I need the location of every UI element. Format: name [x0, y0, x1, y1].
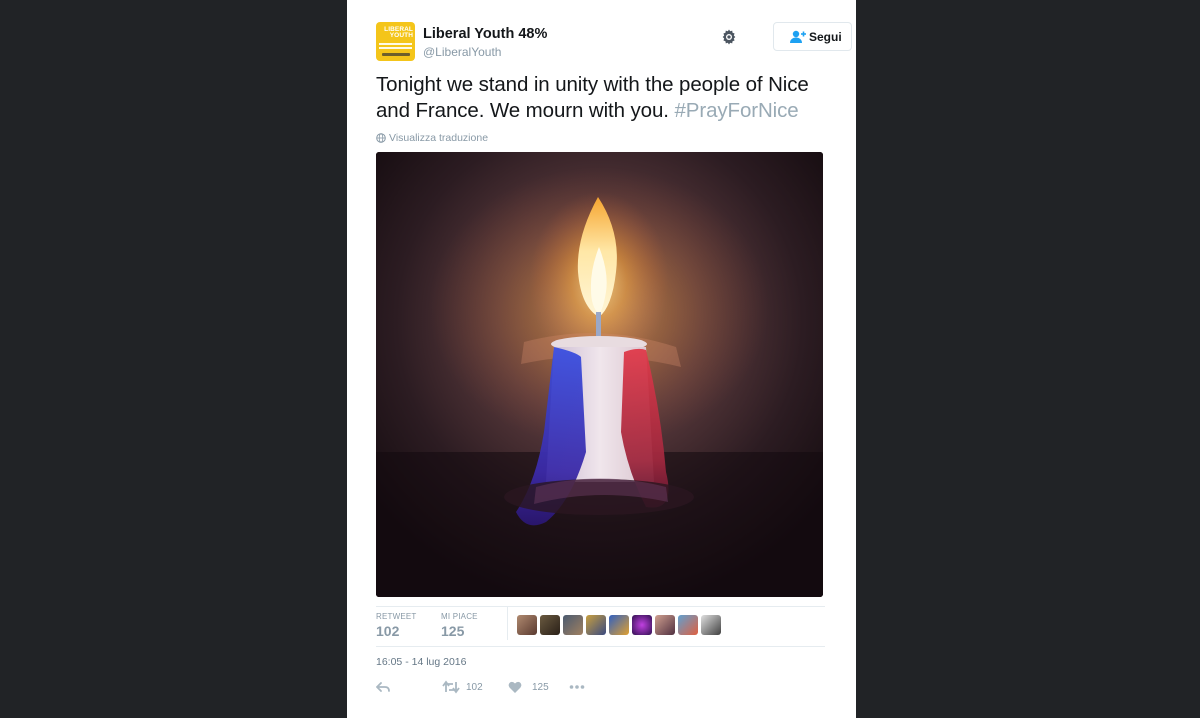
heart-icon — [508, 681, 522, 693]
tweet-header: LIBERAL YOUTH Liberal Youth 48% @Liberal… — [376, 22, 852, 62]
add-user-icon — [790, 30, 806, 43]
divider — [376, 606, 825, 607]
liker-avatar[interactable] — [678, 615, 698, 635]
liker-avatar[interactable] — [701, 615, 721, 635]
retweet-stat[interactable]: RETWEET 102 — [376, 612, 417, 639]
gear-icon[interactable] — [720, 28, 738, 46]
globe-icon — [376, 133, 386, 143]
liker-avatar[interactable] — [540, 615, 560, 635]
more-icon — [569, 685, 585, 689]
candle-illustration — [376, 152, 823, 597]
retweet-icon — [442, 680, 460, 694]
likes-stat-value: 125 — [441, 623, 465, 639]
author-handle[interactable]: @LiberalYouth — [423, 45, 501, 59]
liker-avatar[interactable] — [655, 615, 675, 635]
follow-label: Segui — [809, 30, 842, 44]
retweet-stat-value: 102 — [376, 623, 400, 639]
avatar-logo-stripe — [379, 47, 412, 49]
liker-avatar[interactable] — [609, 615, 629, 635]
follow-button[interactable]: Segui — [773, 22, 852, 51]
avatar-logo-stripe — [379, 43, 412, 45]
liker-avatar[interactable] — [563, 615, 583, 635]
likes-stat-label: MI PIACE — [441, 612, 478, 621]
retweet-count: 102 — [466, 682, 483, 693]
translate-label: Visualizza traduzione — [389, 132, 489, 144]
avatar-logo-text: LIBERAL YOUTH — [384, 26, 413, 39]
like-count: 125 — [532, 682, 549, 693]
hashtag-link[interactable]: #PrayForNice — [674, 99, 798, 122]
tweet-card: LIBERAL YOUTH Liberal Youth 48% @Liberal… — [347, 0, 856, 718]
retweet-stat-label: RETWEET — [376, 612, 417, 621]
liker-avatar[interactable] — [517, 615, 537, 635]
tweet-text: Tonight we stand in unity with the peopl… — [376, 72, 831, 124]
reply-icon — [376, 682, 390, 692]
divider — [376, 646, 825, 647]
avatar-logo-tag — [382, 53, 410, 56]
author-name[interactable]: Liberal Youth 48% — [423, 26, 547, 42]
liker-avatar[interactable] — [632, 615, 652, 635]
translate-link[interactable]: Visualizza traduzione — [376, 132, 488, 144]
author-avatar[interactable]: LIBERAL YOUTH — [376, 22, 415, 61]
tweet-timestamp[interactable]: 16:05 - 14 lug 2016 — [376, 656, 467, 668]
liker-avatar[interactable] — [586, 615, 606, 635]
divider — [507, 607, 508, 640]
tweet-media-candle-image[interactable] — [376, 152, 823, 597]
likes-stat[interactable]: MI PIACE 125 — [441, 612, 478, 639]
